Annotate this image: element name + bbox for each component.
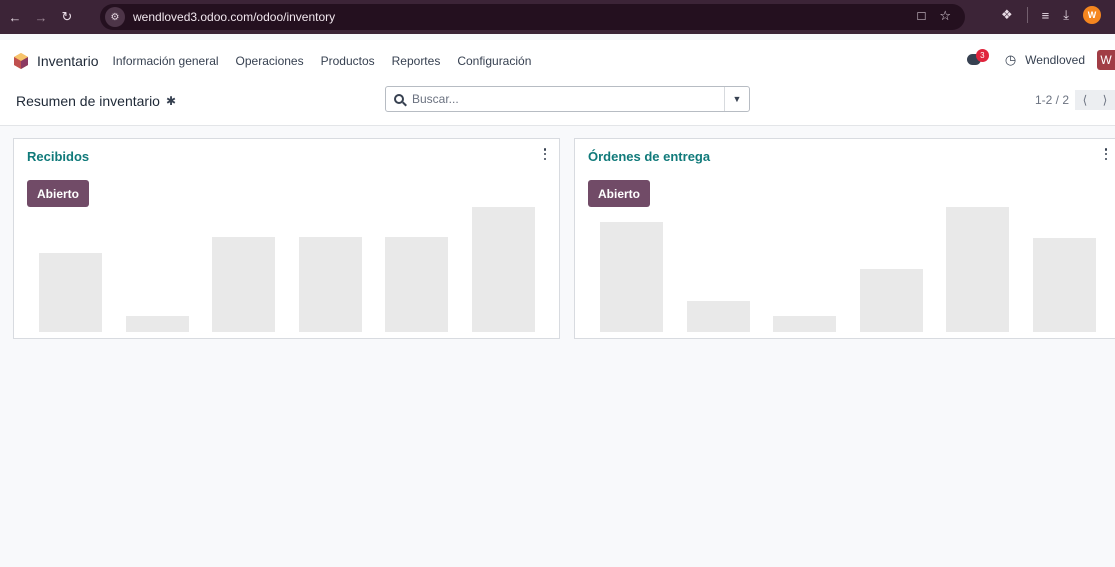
unread-badge: 3 <box>975 49 989 62</box>
placeholder-bar <box>126 316 189 332</box>
menu-item-informacion-general[interactable]: Información general <box>112 54 218 68</box>
reading-list-icon[interactable]: ≡ <box>1042 8 1050 23</box>
extensions-icon[interactable]: ❖ <box>1001 7 1013 23</box>
more-vertical-icon[interactable] <box>1102 147 1110 161</box>
bookmark-star-icon[interactable]: ☆ <box>939 8 951 24</box>
company-name[interactable]: Wendloved <box>1025 53 1085 67</box>
search-icon <box>394 94 404 104</box>
page-title: Resumen de inventario <box>16 93 160 109</box>
control-panel: Resumen de inventario ✱ ▼ 1-2 / 2 ⟨ ⟩ <box>0 82 1115 126</box>
messaging-button[interactable]: 3 <box>966 49 991 70</box>
search-options-toggle[interactable]: ▼ <box>724 87 749 111</box>
placeholder-bar <box>299 237 362 332</box>
placeholder-bar <box>212 237 275 332</box>
search-bar[interactable]: ▼ <box>385 86 750 112</box>
more-vertical-icon[interactable] <box>541 147 549 161</box>
menu-item-reportes[interactable]: Reportes <box>392 54 441 68</box>
placeholder-bar <box>946 207 1009 332</box>
user-avatar[interactable]: W <box>1097 50 1115 70</box>
back-arrow-icon[interactable]: ← <box>4 6 26 28</box>
placeholder-bar <box>600 222 663 332</box>
site-settings-icon[interactable]: ⚙ <box>105 7 125 27</box>
activities-clock-icon[interactable]: ◷ <box>1005 52 1016 68</box>
placeholder-bar <box>385 237 448 332</box>
menu-item-configuracion[interactable]: Configuración <box>457 54 531 68</box>
placeholder-bar <box>472 207 535 332</box>
menu-item-productos[interactable]: Productos <box>321 54 375 68</box>
placeholder-bar <box>39 253 102 332</box>
browser-toolbar: ← → ↻ ⚙ wendloved3.odoo.com/odoo/invento… <box>0 0 1115 34</box>
card-title[interactable]: Recibidos <box>27 149 89 164</box>
placeholder-chart <box>14 139 559 338</box>
card-ordenes-de-entrega: Órdenes de entrega Abierto <box>574 138 1115 339</box>
address-bar[interactable]: ⚙ wendloved3.odoo.com/odoo/inventory □ ☆ <box>100 4 965 30</box>
toolbar-divider <box>1026 7 1028 23</box>
url-text[interactable]: wendloved3.odoo.com/odoo/inventory <box>133 10 335 24</box>
main-menu: Información general Operaciones Producto… <box>112 54 531 68</box>
search-input[interactable] <box>412 92 712 106</box>
card-title[interactable]: Órdenes de entrega <box>588 149 710 164</box>
gear-icon[interactable]: ✱ <box>166 94 176 108</box>
pager-value[interactable]: 1-2 / 2 <box>1035 93 1069 107</box>
placeholder-bar <box>860 269 923 332</box>
browser-profile-avatar[interactable]: W <box>1083 6 1101 24</box>
open-button[interactable]: Abierto <box>588 180 650 207</box>
placeholder-bar <box>773 316 836 332</box>
pager-next-icon[interactable]: ⟩ <box>1095 90 1115 110</box>
pager: 1-2 / 2 ⟨ ⟩ <box>1035 90 1115 110</box>
placeholder-bar <box>687 301 750 332</box>
forward-arrow-icon[interactable]: → <box>30 6 52 28</box>
app-name[interactable]: Inventario <box>37 53 98 69</box>
install-app-icon[interactable]: □ <box>917 8 925 24</box>
menu-item-operaciones[interactable]: Operaciones <box>236 54 304 68</box>
inventory-app-icon[interactable] <box>14 53 28 69</box>
reload-icon[interactable]: ↻ <box>56 6 78 28</box>
pager-previous-icon[interactable]: ⟨ <box>1075 90 1095 110</box>
odoo-navbar: Inventario Información general Operacion… <box>0 40 1115 82</box>
breadcrumb: Resumen de inventario ✱ <box>16 93 176 109</box>
card-recibidos: Recibidos Abierto <box>13 138 560 339</box>
placeholder-chart <box>575 139 1115 338</box>
placeholder-bar <box>1033 238 1096 332</box>
download-icon[interactable]: ⤓ <box>1063 7 1069 23</box>
open-button[interactable]: Abierto <box>27 180 89 207</box>
